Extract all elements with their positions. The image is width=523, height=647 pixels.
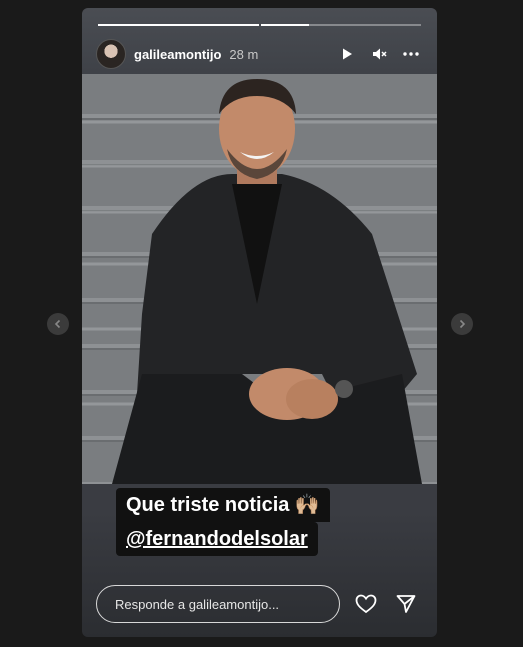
play-icon (343, 48, 352, 60)
caption-line-2: @fernandodelsolar (126, 528, 308, 550)
story-progress (98, 24, 421, 26)
person-photo (82, 79, 437, 484)
progress-segment (260, 24, 421, 26)
story-footer (96, 584, 423, 624)
reply-input[interactable] (96, 585, 340, 623)
username[interactable]: galileamontijo (134, 47, 221, 62)
chevron-left-icon (54, 319, 61, 329)
story-viewer: galileamontijo 28 m Que triste noticia 🙌… (82, 8, 437, 637)
like-button[interactable] (352, 590, 380, 618)
story-photo (82, 74, 437, 484)
chevron-right-icon (459, 319, 466, 329)
story-header: galileamontijo 28 m (96, 38, 423, 70)
send-icon (396, 595, 416, 613)
timestamp: 28 m (229, 46, 259, 62)
play-button[interactable] (335, 42, 359, 66)
next-story-button[interactable] (451, 313, 473, 335)
more-options-icon (403, 52, 419, 56)
more-options-button[interactable] (399, 42, 423, 66)
previous-story-button[interactable] (47, 313, 69, 335)
volume-muted-icon (373, 48, 387, 60)
avatar[interactable] (96, 39, 126, 69)
mention-tag[interactable]: @fernandodelsolar (116, 522, 318, 556)
progress-segment (98, 24, 259, 26)
caption-line-1: Que triste noticia 🙌🏼 (116, 488, 330, 522)
heart-icon (355, 594, 377, 614)
share-button[interactable] (392, 590, 420, 618)
story-caption: Que triste noticia 🙌🏼 @fernandodelsolar (116, 488, 403, 556)
mute-button[interactable] (367, 42, 391, 66)
